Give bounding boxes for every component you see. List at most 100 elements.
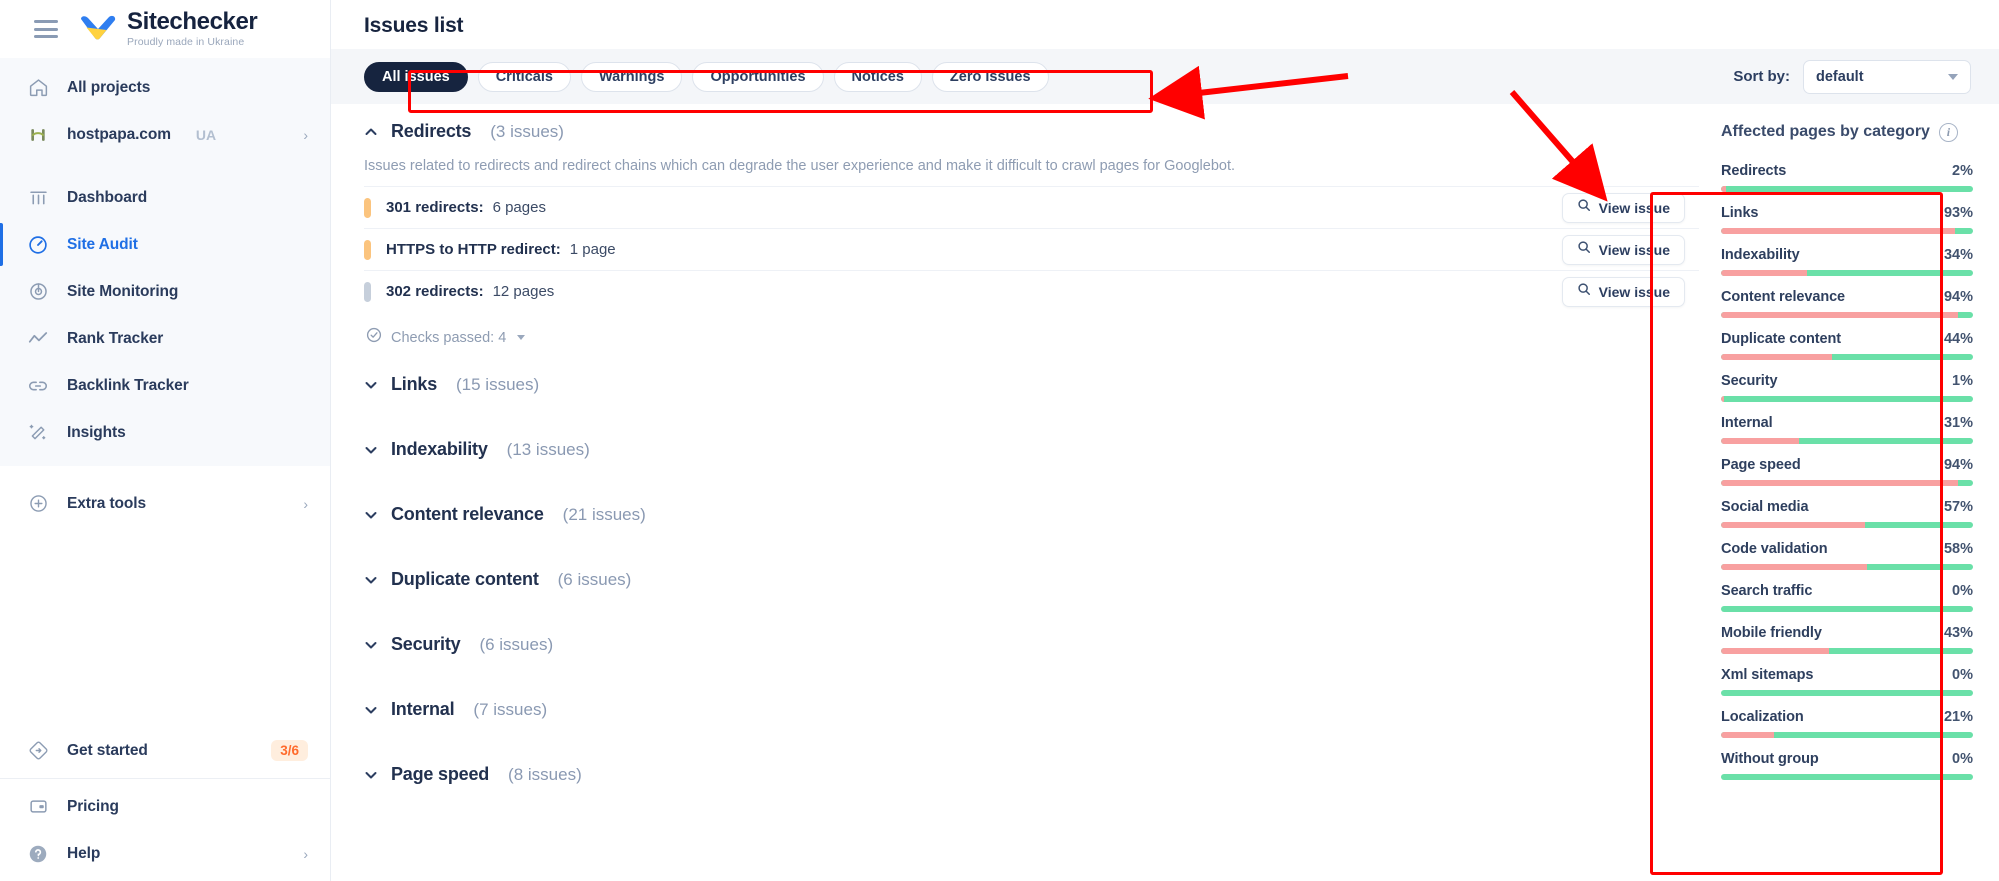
category-percent: 93% [1943, 205, 1973, 221]
category-percent: 94% [1943, 289, 1973, 305]
sidebar-item-pricing[interactable]: Pricing [0, 783, 330, 830]
issue-group-header[interactable]: Internal (7 issues) [364, 699, 547, 720]
category-bar-item[interactable]: Social media 57% [1721, 499, 1973, 528]
category-bar-item[interactable]: Links 93% [1721, 205, 1973, 234]
sidebar-bottom-block: Get started 3/6 Pricing Help › [0, 727, 330, 881]
view-issue-button[interactable]: View issue [1561, 192, 1685, 223]
sidebar-item-extra-tools[interactable]: Extra tools › [0, 480, 330, 527]
category-bar-item[interactable]: Security 1% [1721, 373, 1973, 402]
category-progress-fill [1721, 396, 1724, 402]
issue-group-header[interactable]: Security (6 issues) [364, 634, 553, 655]
sidebar-item-site-monitoring[interactable]: Site Monitoring [0, 268, 330, 315]
search-icon [1577, 282, 1591, 301]
sort-by-value: default [1816, 68, 1864, 85]
up-chevron-icon [364, 125, 378, 139]
category-bar-labels: Mobile friendly 43% [1721, 625, 1973, 641]
category-name: Social media [1721, 499, 1809, 515]
filter-chip-criticals[interactable]: Criticals [477, 61, 571, 92]
filter-chip-notices[interactable]: Notices [833, 61, 922, 92]
filter-chip-all-issues[interactable]: All issues [364, 61, 468, 92]
category-bar-item[interactable]: Indexability 34% [1721, 247, 1973, 276]
issue-group-header[interactable]: Redirects (3 issues) [364, 121, 1699, 142]
category-bar-item[interactable]: Search traffic 0% [1721, 583, 1973, 612]
issue-row[interactable]: 301 redirects: 6 pages View issue [364, 186, 1699, 228]
chevron-right-icon[interactable]: › [303, 846, 308, 862]
view-issue-button[interactable]: View issue [1561, 276, 1685, 307]
issue-row[interactable]: HTTPS to HTTP redirect: 1 page View issu… [364, 228, 1699, 270]
brand-logo[interactable]: Sitechecker Proudly made in Ukraine [78, 10, 258, 48]
issue-group-duplicate-content: Duplicate content (6 issues) [364, 547, 1699, 612]
sidebar-item-site-audit[interactable]: Site Audit [0, 221, 330, 268]
issue-group-count: (21 issues) [562, 504, 646, 524]
issue-row[interactable]: 302 redirects: 12 pages View issue [364, 270, 1699, 312]
help-icon [26, 842, 50, 866]
issue-group-redirects: Redirects (3 issues) Issues related to r… [364, 104, 1699, 352]
chevron-down-icon [1948, 73, 1958, 80]
category-bar-labels: Redirects 2% [1721, 163, 1973, 179]
affected-pages-title: Affected pages by category [1721, 123, 1930, 140]
category-progress-bar [1721, 396, 1973, 402]
sidebar-item-label: hostpapa.com [67, 125, 171, 143]
down-chevron-icon [364, 573, 378, 587]
sidebar-extra-block: Extra tools › [0, 466, 330, 537]
category-bar-item[interactable]: Xml sitemaps 0% [1721, 667, 1973, 696]
dashboard-icon [26, 186, 50, 210]
sidebar-item-help[interactable]: Help › [0, 830, 330, 877]
checks-passed-toggle[interactable]: Checks passed: 4 [364, 312, 1699, 352]
issue-group-header[interactable]: Page speed (8 issues) [364, 764, 582, 785]
category-bar-item[interactable]: Duplicate content 44% [1721, 331, 1973, 360]
severity-indicator [364, 281, 371, 302]
checks-passed-label: Checks passed: 4 [391, 329, 507, 346]
category-bar-item[interactable]: Internal 31% [1721, 415, 1973, 444]
issue-group-header[interactable]: Content relevance (21 issues) [364, 504, 646, 525]
category-bar-item[interactable]: Localization 21% [1721, 709, 1973, 738]
issue-name: 301 redirects: [386, 199, 484, 217]
category-bar-item[interactable]: Without group 0% [1721, 751, 1973, 780]
plus-circle-icon [26, 492, 50, 516]
category-percent: 31% [1943, 415, 1973, 431]
sort-by-select[interactable]: default [1803, 59, 1971, 94]
sidebar-item-dashboard[interactable]: Dashboard [0, 174, 330, 221]
category-progress-bar [1721, 312, 1973, 318]
filter-chip-opportunities[interactable]: Opportunities [692, 61, 824, 92]
category-bar-item[interactable]: Redirects 2% [1721, 163, 1973, 192]
category-progress-fill [1721, 312, 1958, 318]
chevron-right-icon[interactable]: › [303, 496, 308, 512]
sidebar-item-insights[interactable]: Insights [0, 409, 330, 456]
view-issue-button[interactable]: View issue [1561, 234, 1685, 265]
sidebar-item-rank-tracker[interactable]: Rank Tracker [0, 315, 330, 362]
filter-chip-zero-issues[interactable]: Zero issues [931, 61, 1049, 92]
category-percent: 2% [1952, 163, 1973, 179]
issue-group-header[interactable]: Links (15 issues) [364, 374, 539, 395]
issue-group-count: (15 issues) [456, 374, 540, 394]
down-chevron-icon [364, 508, 378, 522]
category-bar-item[interactable]: Code validation 58% [1721, 541, 1973, 570]
affected-pages-panel: Affected pages by category i Redirects 2%… [1699, 104, 1999, 881]
sidebar-item-all-projects[interactable]: All projects [0, 64, 330, 111]
filter-toolbar: All issues Criticals Warnings Opportunit… [331, 49, 1999, 104]
category-bar-labels: Content relevance 94% [1721, 289, 1973, 305]
category-bar-item[interactable]: Mobile friendly 43% [1721, 625, 1973, 654]
severity-indicator [364, 239, 371, 260]
category-bar-item[interactable]: Content relevance 94% [1721, 289, 1973, 318]
sidebar-item-label: Pricing [67, 797, 119, 815]
sidebar-item-project-hostpapa[interactable]: hostpapa.com UA › [0, 111, 330, 158]
issue-group-internal: Internal (7 issues) [364, 677, 1699, 742]
issue-group-header[interactable]: Duplicate content (6 issues) [364, 569, 631, 590]
chevron-right-icon[interactable]: › [303, 127, 308, 143]
sidebar-item-backlink-tracker[interactable]: Backlink Tracker [0, 362, 330, 409]
down-chevron-icon [364, 638, 378, 652]
category-progress-bar [1721, 354, 1973, 360]
issue-group-header[interactable]: Indexability (13 issues) [364, 439, 590, 460]
insights-icon [26, 421, 50, 445]
issue-page-count: 1 page [569, 241, 616, 259]
info-icon[interactable]: i [1938, 122, 1958, 142]
category-bar-list: Redirects 2% Links 93% Indexability 34% Conten… [1721, 160, 1973, 780]
filter-chip-warnings[interactable]: Warnings [580, 61, 683, 92]
category-percent: 57% [1943, 499, 1973, 515]
get-started-icon [26, 739, 50, 763]
hamburger-menu-icon[interactable] [34, 20, 58, 38]
category-bar-item[interactable]: Page speed 94% [1721, 457, 1973, 486]
sidebar-item-get-started[interactable]: Get started 3/6 [0, 727, 330, 774]
